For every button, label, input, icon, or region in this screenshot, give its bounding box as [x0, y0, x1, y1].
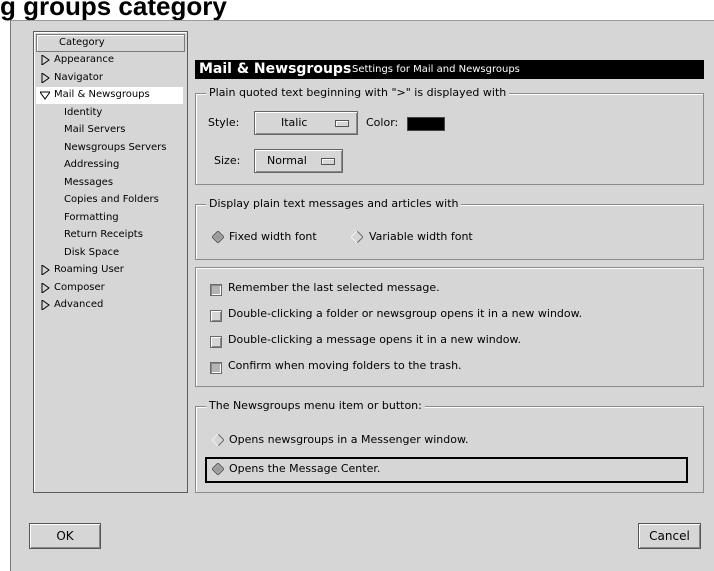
dblclick-folder-label[interactable]: Double-clicking a folder or newsgroup op…	[228, 307, 582, 320]
tree-item[interactable]: Return Receipts	[36, 227, 183, 244]
collapsed-arrow-icon[interactable]	[40, 282, 50, 293]
size-option-menu[interactable]: Normal	[254, 149, 343, 173]
message-behavior-group: Remember the last selected message. Doub…	[195, 267, 704, 387]
dblclick-folder-checkbox[interactable]	[210, 310, 222, 322]
tree-item[interactable]: Composer	[36, 280, 183, 297]
preferences-dialog: Category Appearance Navigator Mail & Newsg…	[10, 20, 714, 571]
variable-width-label[interactable]: Variable width font	[369, 230, 473, 243]
tree-item-label: Disk Space	[64, 246, 120, 258]
style-option-menu[interactable]: Italic	[254, 111, 358, 135]
tree-item[interactable]: Disk Space	[36, 245, 183, 262]
newsgroups-behavior-group: The Newsgroups menu item or button: Open…	[195, 399, 704, 493]
tree-item[interactable]: Identity	[36, 105, 183, 122]
tree-item-label: Roaming User	[54, 264, 124, 275]
tree-item[interactable]: Roaming User	[36, 262, 183, 279]
section-subtitle: Settings for Mail and Newsgroups	[352, 64, 520, 75]
tree-item[interactable]: Navigator	[36, 70, 183, 87]
collapsed-arrow-icon[interactable]	[40, 72, 50, 83]
confirm-trash-checkbox[interactable]	[210, 362, 222, 374]
color-swatch-button[interactable]	[407, 117, 445, 131]
tree-item-label: Copies and Folders	[64, 194, 159, 205]
tree-item[interactable]: Newsgroups Servers	[36, 140, 183, 157]
newsgroups-legend: The Newsgroups menu item or button:	[206, 399, 425, 412]
window-title-text: g groups category	[0, 0, 227, 21]
fixed-width-label[interactable]: Fixed width font	[229, 230, 317, 243]
section-title-bar: Mail & Newsgroups Settings for Mail and …	[195, 60, 704, 79]
collapsed-arrow-icon[interactable]	[40, 55, 50, 65]
tree-item-label: Advanced	[54, 299, 104, 310]
tree-item[interactable]: Formatting	[36, 210, 183, 227]
ok-button[interactable]: OK	[29, 523, 101, 549]
tree-item[interactable]: Addressing	[36, 157, 183, 174]
tree-item-label: Mail & Newsgroups	[54, 89, 150, 100]
option-menu-indicator-icon	[321, 158, 335, 165]
display-font-legend: Display plain text messages and articles…	[206, 197, 462, 210]
message-center-label[interactable]: Opens the Message Center.	[229, 462, 380, 475]
message-center-radio-icon[interactable]	[212, 463, 224, 475]
tree-item-label: Mail Servers	[64, 124, 126, 135]
messenger-window-label[interactable]: Opens newsgroups in a Messenger window.	[229, 433, 468, 446]
cancel-button[interactable]: Cancel	[638, 523, 701, 549]
tree-item-label: Identity	[64, 106, 103, 118]
tree-item[interactable]: Advanced	[36, 297, 183, 314]
expanded-arrow-icon[interactable]	[40, 90, 50, 100]
style-value: Italic	[281, 116, 308, 129]
category-tree[interactable]: Category Appearance Navigator Mail & Newsg…	[33, 31, 188, 493]
tree-item[interactable]: Mail Servers	[36, 122, 183, 139]
tree-item[interactable]: Mail & Newsgroups	[36, 87, 183, 104]
size-label: Size:	[214, 154, 241, 167]
size-value: Normal	[267, 154, 307, 167]
category-header-label: Category	[59, 37, 105, 48]
option-menu-indicator-icon	[335, 120, 349, 127]
confirm-trash-label[interactable]: Confirm when moving folders to the trash…	[228, 359, 462, 372]
collapsed-arrow-icon[interactable]	[40, 265, 50, 275]
tree-item-label: Addressing	[64, 159, 120, 170]
tree-item-label: Messages	[64, 176, 114, 188]
remember-last-label[interactable]: Remember the last selected message.	[228, 281, 440, 294]
collapsed-arrow-icon[interactable]	[40, 300, 50, 310]
style-label: Style:	[208, 116, 240, 129]
tree-item-label: Navigator	[54, 71, 103, 83]
tree-item[interactable]: Copies and Folders	[36, 192, 183, 209]
remember-last-checkbox[interactable]	[210, 284, 222, 296]
variable-width-radio-icon[interactable]	[351, 231, 363, 243]
tree-item[interactable]: Messages	[36, 175, 183, 192]
tree-item-label: Newsgroups Servers	[64, 141, 167, 153]
category-column-header[interactable]: Category	[36, 34, 185, 52]
tree-item-label: Return Receipts	[64, 229, 143, 240]
quoted-text-group: Plain quoted text beginning with ">" is …	[195, 86, 704, 185]
section-title: Mail & Newsgroups	[199, 61, 352, 77]
display-font-group: Display plain text messages and articles…	[195, 197, 704, 260]
tree-item-label: Composer	[54, 281, 105, 293]
tree-item-label: Appearance	[54, 54, 115, 65]
tree-item[interactable]: Appearance	[36, 52, 183, 69]
fixed-width-radio-icon[interactable]	[212, 231, 224, 243]
messenger-window-radio-icon[interactable]	[212, 434, 224, 446]
quoted-text-legend: Plain quoted text beginning with ">" is …	[206, 86, 510, 99]
tree-item-label: Formatting	[64, 211, 119, 223]
dblclick-message-label[interactable]: Double-clicking a message opens it in a …	[228, 333, 521, 346]
color-label: Color:	[366, 116, 399, 129]
dblclick-message-checkbox[interactable]	[210, 336, 222, 348]
window-border	[11, 20, 714, 21]
